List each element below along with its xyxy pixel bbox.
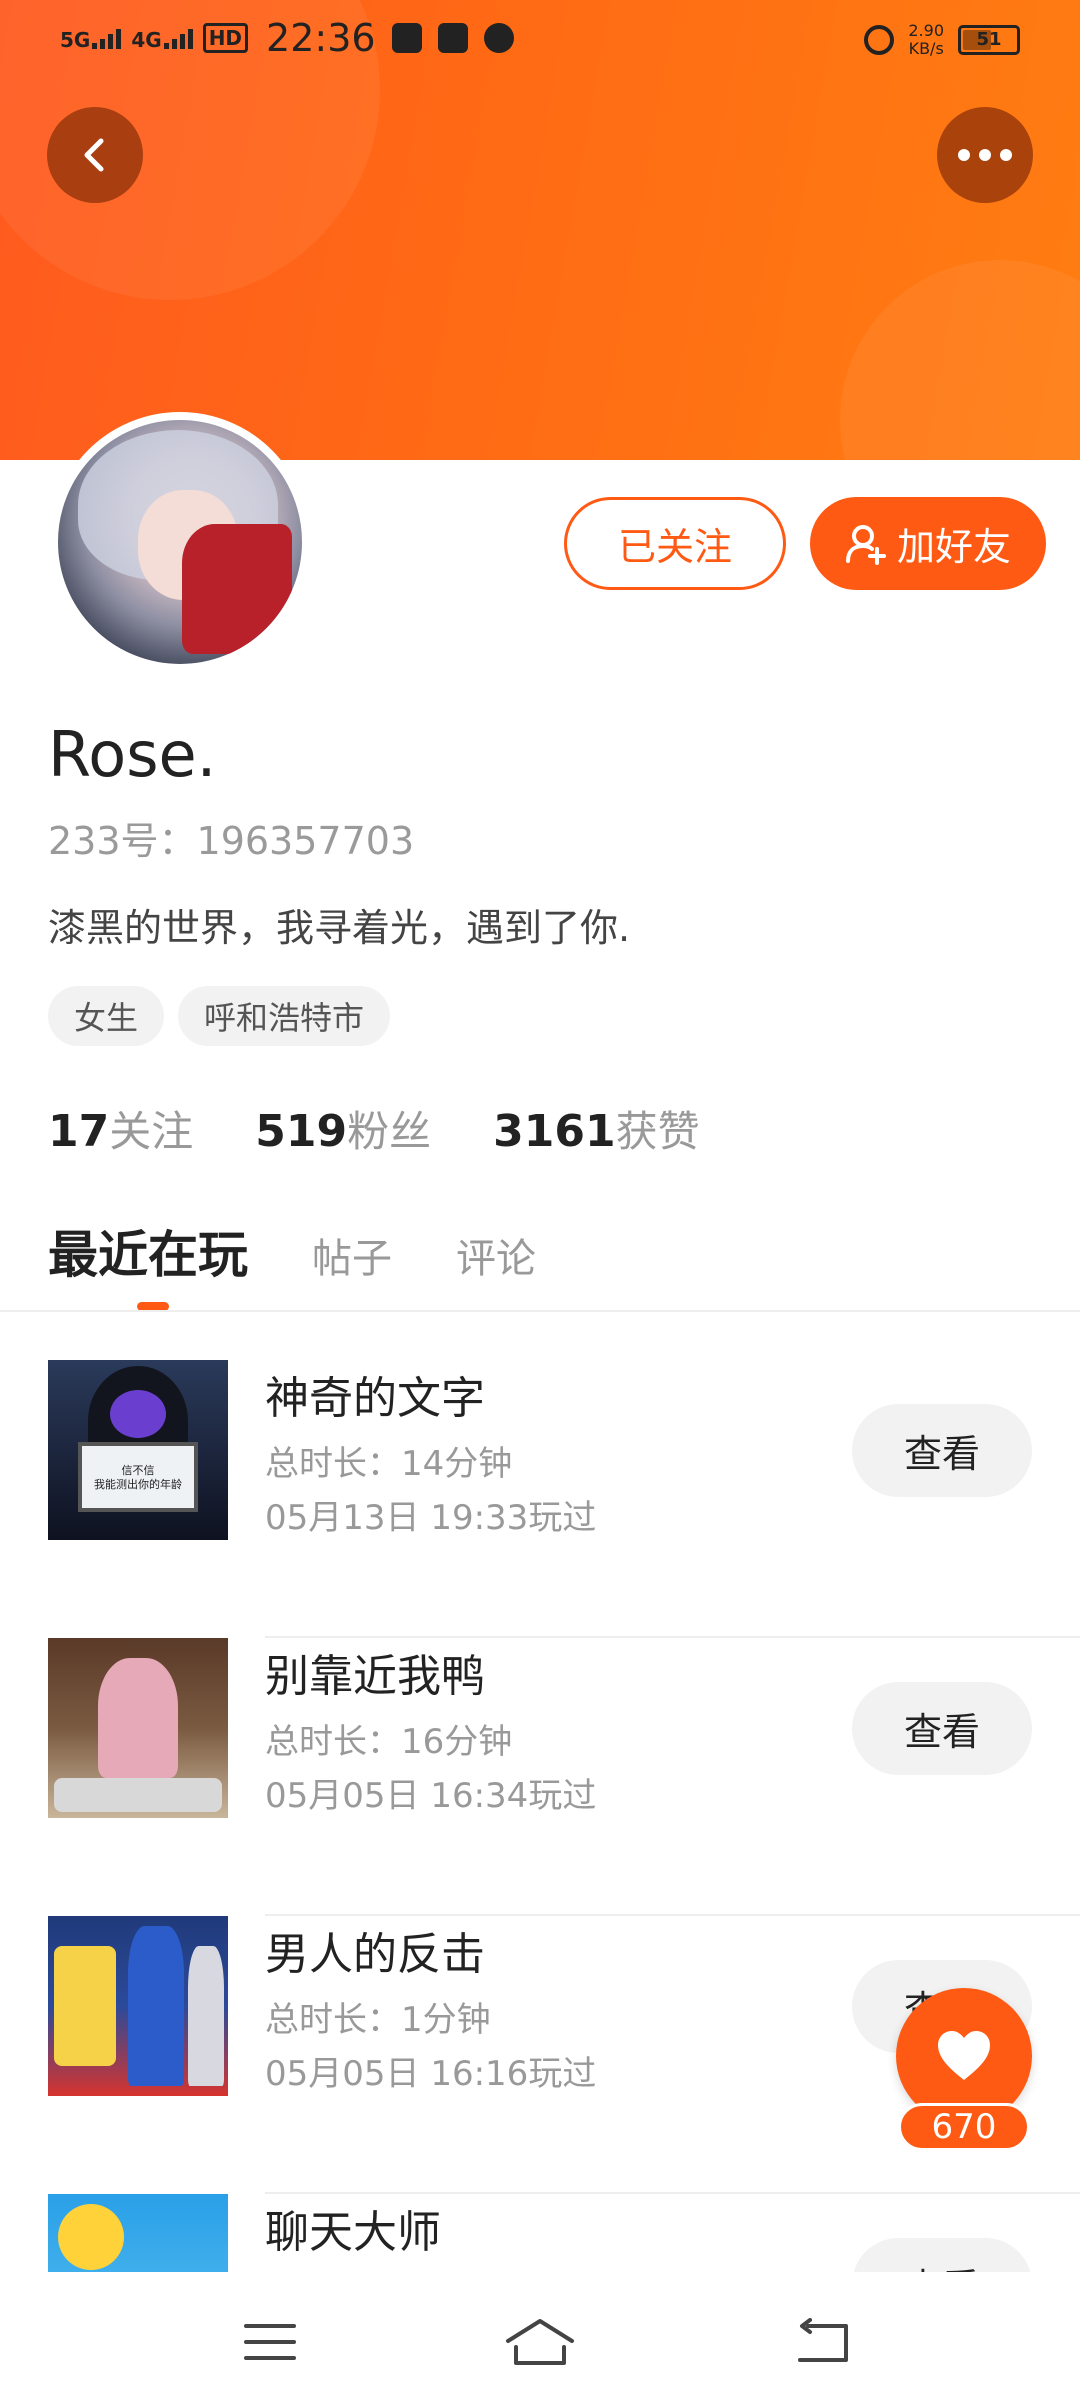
- add-friend-label: 加好友: [896, 525, 1011, 569]
- game-title: 别靠近我鸭: [265, 1651, 485, 1702]
- status-time: 22:36: [266, 16, 376, 60]
- signal-5g-icon: 5G: [60, 27, 122, 50]
- signal-4g-icon: 4G: [131, 27, 193, 50]
- profile-id: 233号：196357703: [48, 819, 415, 863]
- menu-button[interactable]: [230, 2312, 310, 2372]
- game-duration: 总时长：1分钟: [265, 2000, 491, 2040]
- network-speed: 2.90 KB/s: [908, 21, 944, 58]
- like-count: 670: [898, 2103, 1030, 2151]
- stat-fans[interactable]: 519粉丝: [255, 1098, 431, 1159]
- tab-comments[interactable]: 评论: [456, 1226, 536, 1284]
- profile-tabs: 最近在玩 帖子 评论: [48, 1215, 536, 1287]
- game-thumbnail: [48, 1638, 228, 1818]
- cloud-icon: [483, 23, 514, 53]
- home-button[interactable]: [500, 2312, 580, 2372]
- tab-recent-games[interactable]: 最近在玩: [48, 1215, 248, 1287]
- more-options-button[interactable]: [937, 107, 1033, 203]
- stat-likes[interactable]: 3161获赞: [493, 1098, 699, 1159]
- location-tag: 呼和浩特市: [178, 986, 391, 1046]
- game-thumbnail: 信不信 我能测出你的年龄: [48, 1360, 228, 1540]
- add-user-icon: [845, 524, 886, 565]
- tabs-divider: [0, 1310, 1080, 1312]
- game-thumbnail: [48, 2194, 228, 2272]
- view-button[interactable]: 查看: [852, 2238, 1032, 2272]
- profile-stats: 17关注 519粉丝 3161获赞: [48, 1098, 700, 1159]
- list-item[interactable]: 信不信 我能测出你的年龄 神奇的文字 总时长：14分钟 05月13日 19:33…: [0, 1360, 1080, 1638]
- list-item[interactable]: 别靠近我鸭 总时长：16分钟 05月05日 16:34玩过 查看: [0, 1638, 1080, 1916]
- chevron-left-icon: [84, 138, 104, 172]
- game-duration: 总时长：16分钟: [265, 1722, 513, 1762]
- back-button[interactable]: [47, 107, 143, 203]
- game-last-played: 05月05日 16:34玩过: [265, 1776, 597, 1816]
- more-dots-icon: [958, 149, 1012, 161]
- game-duration: 总时长：14分钟: [265, 1444, 513, 1484]
- status-bar: 5G 4G HD 22:36 2.90 KB/s 51: [0, 0, 1080, 80]
- view-button[interactable]: 查看: [852, 1682, 1032, 1775]
- game-last-played: 05月13日 19:33玩过: [265, 1498, 597, 1538]
- game-title: 男人的反击: [265, 1929, 485, 1980]
- game-title: 神奇的文字: [265, 1373, 485, 1424]
- stat-following[interactable]: 17关注: [48, 1098, 193, 1159]
- profile-name: Rose.: [48, 718, 217, 791]
- avatar[interactable]: [50, 412, 310, 672]
- profile-bio: 漆黑的世界，我寻着光，遇到了你.: [48, 906, 631, 950]
- list-item[interactable]: 聊天大师 查看: [0, 2194, 1080, 2272]
- return-icon: [798, 2318, 848, 2362]
- game-last-played: 05月05日 16:16玩过: [265, 2054, 597, 2094]
- game-thumbnail: [48, 1916, 228, 2096]
- heart-icon: [938, 2031, 990, 2080]
- tab-posts[interactable]: 帖子: [312, 1226, 392, 1284]
- view-button[interactable]: 查看: [852, 1404, 1032, 1497]
- book-icon: [437, 23, 468, 53]
- add-friend-button[interactable]: 加好友: [810, 497, 1046, 590]
- menu-icon: [244, 2324, 296, 2360]
- hd-voice-icon: HD: [202, 23, 249, 53]
- app-notification-icon: [391, 23, 422, 53]
- battery-icon: 51: [958, 25, 1020, 55]
- back-nav-button[interactable]: [782, 2312, 862, 2372]
- alarm-icon: [864, 25, 895, 55]
- following-button[interactable]: 已关注: [564, 497, 786, 590]
- system-nav-bar: [0, 2272, 1080, 2400]
- home-icon: [506, 2319, 574, 2365]
- profile-tags: 女生 呼和浩特市: [48, 986, 391, 1046]
- gender-tag: 女生: [48, 986, 165, 1046]
- game-title: 聊天大师: [265, 2207, 441, 2258]
